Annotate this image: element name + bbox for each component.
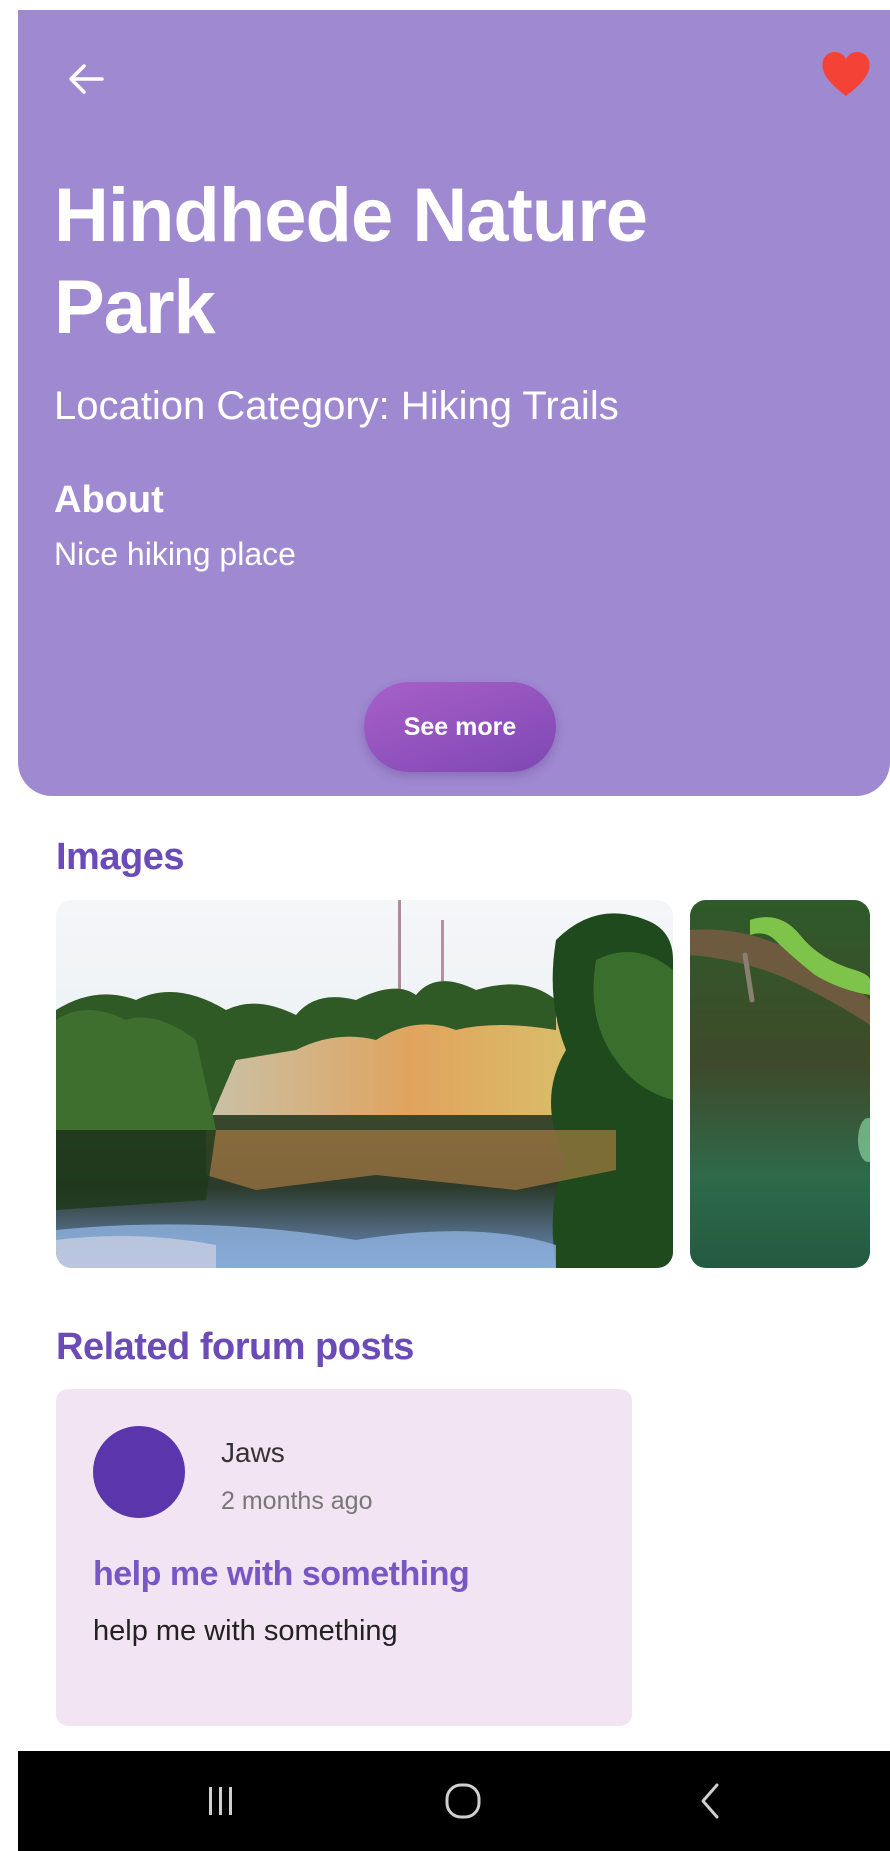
image-thumbnail-quarry[interactable] bbox=[56, 900, 673, 1268]
green-snake-photo bbox=[690, 900, 870, 1268]
avatar bbox=[93, 1426, 185, 1518]
recents-icon[interactable] bbox=[190, 1771, 250, 1831]
heart-icon[interactable] bbox=[820, 50, 872, 98]
location-detail-screen: Hindhede Nature Park Location Category: … bbox=[0, 0, 890, 1851]
post-body: help me with something bbox=[93, 1615, 398, 1647]
arrow-left-icon[interactable] bbox=[64, 57, 108, 101]
post-title: help me with something bbox=[93, 1555, 470, 1593]
see-more-button[interactable]: See more bbox=[364, 682, 556, 772]
image-thumbnail-snake[interactable] bbox=[690, 900, 870, 1268]
about-text: Nice hiking place bbox=[54, 536, 296, 572]
post-author: Jaws bbox=[221, 1437, 285, 1468]
home-icon[interactable] bbox=[433, 1771, 493, 1831]
images-heading: Images bbox=[56, 836, 184, 878]
about-heading: About bbox=[54, 479, 164, 521]
back-chevron-icon[interactable] bbox=[681, 1771, 741, 1831]
location-category: Location Category: Hiking Trails bbox=[54, 384, 619, 428]
system-navigation-bar bbox=[18, 1751, 890, 1851]
related-forum-posts-heading: Related forum posts bbox=[56, 1326, 414, 1368]
images-carousel[interactable] bbox=[56, 900, 890, 1268]
location-title: Hindhede Nature Park bbox=[54, 173, 648, 350]
forum-post-card[interactable]: Jaws 2 months ago help me with something… bbox=[56, 1389, 632, 1726]
quarry-lake-photo bbox=[56, 900, 673, 1268]
post-timestamp: 2 months ago bbox=[221, 1487, 373, 1515]
